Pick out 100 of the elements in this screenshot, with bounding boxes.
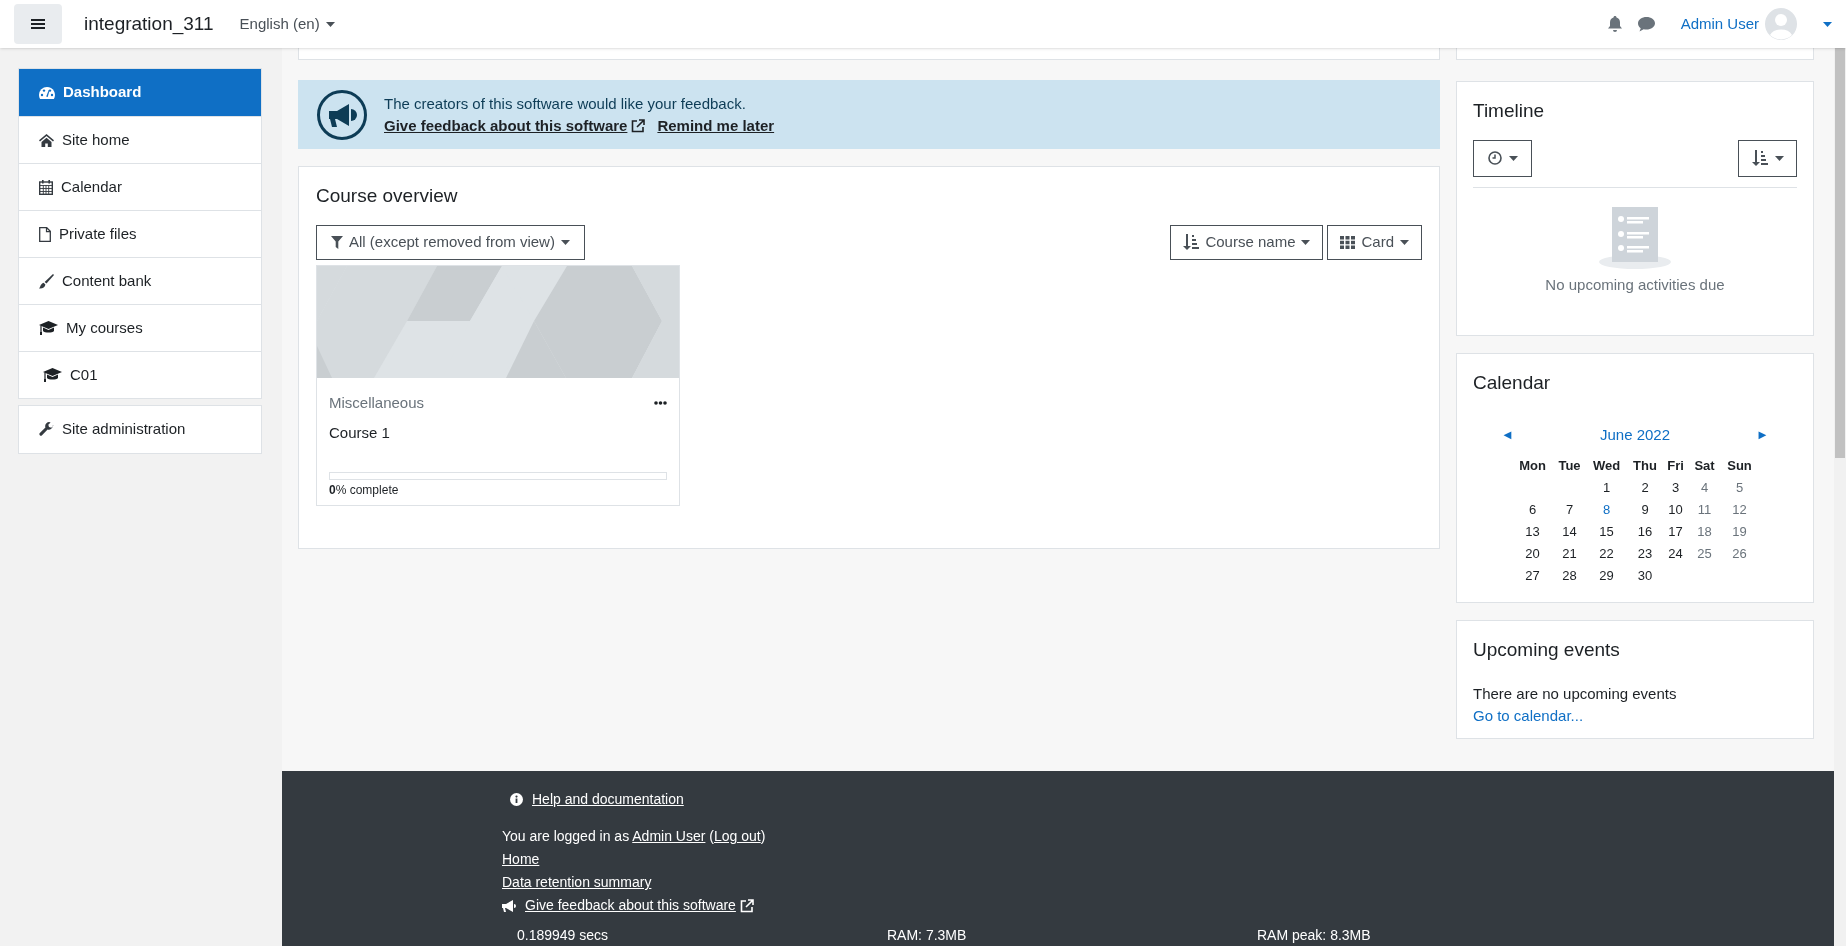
calendar-icon bbox=[39, 179, 53, 195]
calendar-day[interactable]: 7 bbox=[1565, 502, 1574, 518]
footer-link[interactable]: Home bbox=[502, 848, 540, 871]
course-card[interactable]: Miscellaneous Course 1 0% complete bbox=[316, 264, 680, 506]
calendar-day[interactable]: 16 bbox=[1637, 524, 1653, 540]
menu-button[interactable] bbox=[14, 4, 62, 44]
calendar-link[interactable]: Go to calendar... bbox=[1473, 704, 1584, 727]
calendar-day[interactable]: 6 bbox=[1528, 502, 1537, 518]
help-link[interactable]: Help and documentation bbox=[532, 789, 684, 810]
chat-icon[interactable] bbox=[1637, 16, 1655, 32]
calendar-day[interactable]: 20 bbox=[1525, 546, 1540, 562]
calendar-day[interactable]: 26 bbox=[1732, 546, 1747, 562]
calendar-day[interactable]: 3 bbox=[1671, 480, 1680, 496]
previous-month-link[interactable]: ◄ bbox=[1501, 425, 1514, 445]
external-link-icon bbox=[739, 898, 754, 913]
performance-stat: RAM peak: 8.3MB bbox=[1257, 927, 1372, 943]
calendar-day[interactable]: 15 bbox=[1599, 524, 1614, 540]
caret-icon bbox=[1823, 21, 1832, 27]
card-title: Timeline bbox=[1473, 99, 1546, 123]
weekday-header: Sun bbox=[1727, 458, 1752, 474]
caret-icon bbox=[1508, 155, 1518, 161]
megaphone-icon bbox=[316, 88, 368, 141]
calendar-day[interactable]: 8 bbox=[1602, 502, 1611, 518]
megaphone-icon bbox=[502, 899, 517, 912]
course-name[interactable]: Course 1 bbox=[329, 422, 390, 445]
login-info: You are logged in as Admin User (Log out) bbox=[502, 827, 767, 846]
performance-stat: RAM: 7.3MB bbox=[887, 927, 968, 943]
home-icon bbox=[39, 133, 54, 147]
user-link[interactable]: Admin User bbox=[632, 828, 706, 844]
card-title: Calendar bbox=[1473, 371, 1552, 395]
dashboard-icon bbox=[39, 85, 55, 100]
feedback-link[interactable]: Give feedback about this software bbox=[525, 894, 754, 917]
wrench-icon bbox=[39, 422, 54, 437]
calendar-day[interactable]: 9 bbox=[1641, 502, 1649, 518]
graduation-cap-icon bbox=[43, 368, 62, 382]
view-dropdown[interactable]: Card bbox=[1327, 224, 1422, 260]
weekday-header: Mon bbox=[1519, 458, 1546, 474]
month-title[interactable]: June 2022 bbox=[1599, 423, 1671, 446]
calendar-day[interactable]: 14 bbox=[1562, 524, 1577, 540]
card-title: Upcoming events bbox=[1473, 638, 1621, 662]
caret-icon bbox=[560, 239, 570, 245]
empty-message: There are no upcoming events bbox=[1473, 683, 1678, 704]
caret-icon bbox=[1774, 155, 1784, 161]
calendar-day[interactable]: 23 bbox=[1637, 546, 1653, 562]
calendar-day[interactable]: 5 bbox=[1735, 480, 1744, 496]
site-name[interactable]: integration_311 bbox=[84, 9, 214, 39]
more-icon[interactable] bbox=[654, 400, 667, 405]
sort-icon bbox=[1751, 150, 1768, 166]
graduation-cap-icon bbox=[39, 321, 58, 335]
calendar-day[interactable]: 25 bbox=[1697, 546, 1712, 562]
calendar-day[interactable]: 13 bbox=[1525, 524, 1540, 540]
external-link-icon bbox=[631, 118, 646, 133]
logout-link[interactable]: Log out bbox=[713, 828, 761, 844]
calendar-day[interactable]: 22 bbox=[1599, 546, 1614, 562]
calendar-day[interactable]: 28 bbox=[1562, 568, 1577, 584]
calendar-day[interactable]: 21 bbox=[1562, 546, 1577, 562]
bell-icon[interactable] bbox=[1607, 16, 1622, 32]
next-month-link[interactable]: ► bbox=[1756, 425, 1769, 445]
filter-icon bbox=[331, 235, 343, 249]
empty-list-icon bbox=[1599, 206, 1671, 269]
file-icon bbox=[39, 226, 51, 242]
brush-icon bbox=[39, 273, 54, 289]
sort-dropdown[interactable] bbox=[1738, 139, 1797, 177]
language-menu[interactable]: English (en) bbox=[239, 12, 335, 36]
sidebar-item[interactable]: Dashboard bbox=[19, 69, 261, 116]
calendar-day[interactable]: 18 bbox=[1697, 524, 1712, 540]
grid-icon bbox=[1340, 235, 1356, 249]
remind-later-link[interactable]: Remind me later bbox=[657, 114, 775, 137]
weekday-header: Wed bbox=[1592, 458, 1621, 474]
info-icon bbox=[510, 793, 523, 806]
weekday-header: Thu bbox=[1633, 458, 1657, 474]
user-menu[interactable]: Admin User bbox=[1680, 8, 1832, 40]
calendar-day[interactable]: 27 bbox=[1525, 568, 1540, 584]
empty-message: No upcoming activities due bbox=[1545, 274, 1725, 295]
calendar-day[interactable]: 17 bbox=[1668, 524, 1683, 540]
card-title: Course overview bbox=[316, 184, 459, 208]
progress-text: 0% complete bbox=[329, 481, 400, 499]
clock-icon bbox=[1487, 151, 1502, 165]
feedback-link[interactable]: Give feedback about this software bbox=[384, 114, 646, 137]
calendar-day[interactable]: 11 bbox=[1697, 502, 1712, 518]
menu-icon bbox=[31, 18, 45, 30]
calendar-day[interactable]: 19 bbox=[1732, 524, 1747, 540]
course-category: Miscellaneous bbox=[329, 392, 425, 413]
weekday-header: Sat bbox=[1694, 458, 1715, 474]
avatar-icon bbox=[1765, 8, 1797, 40]
calendar-day[interactable]: 1 bbox=[1602, 480, 1611, 496]
calendar-day[interactable]: 29 bbox=[1599, 568, 1614, 584]
calendar-day[interactable]: 2 bbox=[1641, 480, 1649, 496]
weekday-header: Tue bbox=[1558, 458, 1581, 474]
date-filter-dropdown[interactable] bbox=[1473, 139, 1532, 177]
calendar-day[interactable]: 30 bbox=[1637, 568, 1653, 584]
caret-icon bbox=[1400, 239, 1409, 245]
filter-dropdown[interactable]: All (except removed from view) bbox=[316, 224, 585, 260]
sort-icon bbox=[1183, 234, 1200, 250]
footer-link[interactable]: Data retention summary bbox=[502, 871, 652, 894]
calendar-day[interactable]: 4 bbox=[1700, 480, 1709, 496]
calendar-day[interactable]: 12 bbox=[1732, 502, 1747, 518]
calendar-day[interactable]: 10 bbox=[1668, 502, 1683, 518]
sort-dropdown[interactable]: Course name bbox=[1170, 224, 1324, 260]
calendar-day[interactable]: 24 bbox=[1668, 546, 1683, 562]
